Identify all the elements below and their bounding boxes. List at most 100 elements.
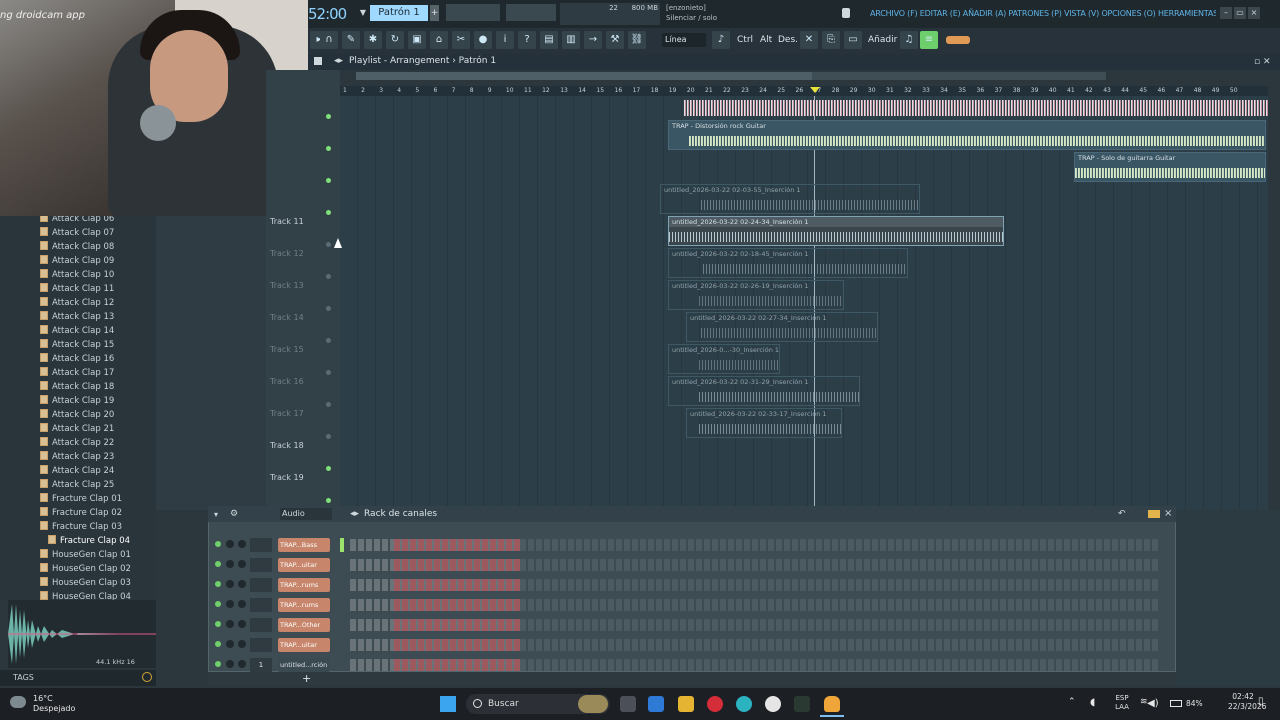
chrome-icon[interactable]	[765, 696, 781, 712]
rack-settings-icon[interactable]: ⚙	[230, 509, 238, 519]
search-icon[interactable]	[142, 672, 152, 682]
channel-name-button[interactable]: untitled...rción 1	[278, 658, 330, 672]
channel-volume-knob[interactable]	[226, 660, 234, 668]
browser-item[interactable]: Attack Clap 16	[40, 352, 152, 366]
rack-menu-icon[interactable]: ▾	[214, 510, 218, 519]
volume-icon[interactable]: ◀)	[1147, 698, 1159, 709]
playhead-marker-icon[interactable]	[810, 87, 820, 93]
channel-pan-knob[interactable]	[238, 560, 246, 568]
channel-steps-empty[interactable]	[520, 539, 1160, 551]
channel-name-button[interactable]: TRAP...Other	[278, 618, 330, 632]
fl-studio-icon[interactable]	[824, 696, 840, 712]
cut-icon[interactable]: ✂	[452, 31, 470, 49]
browser-item[interactable]: Attack Clap 24	[40, 464, 152, 478]
browser-item[interactable]: HouseGen Clap 01	[40, 548, 152, 562]
delete-icon[interactable]: ✕	[800, 31, 818, 49]
weather-widget[interactable]: 16°C Despejado	[33, 694, 75, 714]
paste-icon[interactable]: ▭	[844, 31, 862, 49]
snap-selector[interactable]: Línea	[662, 33, 706, 47]
channel-mute-led[interactable]	[215, 561, 221, 567]
channel-name-button[interactable]: TRAP...uitar	[278, 558, 330, 572]
info-icon[interactable]: i	[496, 31, 514, 49]
track-mute-led[interactable]	[326, 242, 331, 247]
channel-pan-knob[interactable]	[238, 660, 246, 668]
channel-mixer-track[interactable]	[250, 538, 272, 552]
channel-steps-accent[interactable]	[394, 539, 520, 551]
channel-name-button[interactable]: TRAP...Bass	[278, 538, 330, 552]
channel-pan-knob[interactable]	[238, 540, 246, 548]
playlist-window-buttons[interactable]: ▫ ✕	[1254, 57, 1271, 67]
browser-item[interactable]: Attack Clap 15	[40, 338, 152, 352]
browser-item[interactable]: Attack Clap 21	[40, 422, 152, 436]
rack-arrows-icon[interactable]: ◂▸	[350, 509, 359, 519]
track-mute-led[interactable]	[326, 274, 331, 279]
arrow-right-icon[interactable]: →	[584, 31, 602, 49]
channel-mixer-track[interactable]	[250, 598, 272, 612]
store-icon[interactable]	[648, 696, 664, 712]
fl-studio-taskbar-icon[interactable]	[794, 696, 810, 712]
channel-pan-knob[interactable]	[238, 600, 246, 608]
browser-item[interactable]: HouseGen Clap 02	[40, 562, 152, 576]
rack-filter-select[interactable]: Audio	[280, 508, 332, 520]
track-name[interactable]: Track 16	[270, 377, 330, 386]
track-name[interactable]: Track 14	[270, 313, 330, 322]
playlist-clip[interactable]: untitled_2026-03-22 02-03-55_Inserción 1	[660, 184, 920, 214]
track-mute-led[interactable]	[326, 498, 331, 503]
trumpet-icon[interactable]: ♪	[712, 31, 730, 49]
browser-icon[interactable]: ▤	[540, 31, 558, 49]
ctrl-button[interactable]: Ctrl	[737, 33, 753, 47]
channel-mute-led[interactable]	[215, 541, 221, 547]
track-mute-led[interactable]	[326, 178, 331, 183]
track-name[interactable]: Track 13	[270, 281, 330, 290]
rack-grid-icon[interactable]	[1148, 510, 1160, 518]
channel-pan-knob[interactable]	[238, 620, 246, 628]
windows-start-icon[interactable]	[440, 696, 456, 712]
channel-mixer-track[interactable]: 1	[250, 658, 272, 672]
file-explorer-icon[interactable]	[678, 696, 694, 712]
task-view-icon[interactable]	[620, 696, 636, 712]
playlist-clip[interactable]: untitled_2026-03-22 02-31-29_Inserción 1	[668, 376, 860, 406]
close-icon[interactable]: ×	[1248, 7, 1260, 19]
mic-icon[interactable]: ●	[474, 31, 492, 49]
channel-steps-accent[interactable]	[394, 639, 520, 651]
master-clip[interactable]	[624, 96, 1268, 120]
channel-mute-led[interactable]	[215, 581, 221, 587]
browser-item[interactable]: HouseGen Clap 04	[40, 590, 152, 600]
channel-name-button[interactable]: TRAP...rums	[278, 578, 330, 592]
pitch-slot[interactable]	[506, 4, 556, 21]
speaker-icon[interactable]	[314, 57, 322, 65]
add-channel-button[interactable]: +	[302, 672, 311, 685]
channel-steps-accent[interactable]	[394, 559, 520, 571]
link-icon[interactable]: ⛓	[628, 31, 646, 49]
channel-volume-knob[interactable]	[226, 540, 234, 548]
browser-item[interactable]: Attack Clap 20	[40, 408, 152, 422]
browser-item[interactable]: Attack Clap 06	[40, 216, 152, 226]
battery-icon[interactable]	[1170, 700, 1182, 707]
track-name[interactable]: Track 17	[270, 409, 330, 418]
browser-item[interactable]: Attack Clap 14	[40, 324, 152, 338]
channel-mute-led[interactable]	[215, 641, 221, 647]
language-indicator[interactable]: ESP LAA	[1110, 694, 1134, 712]
channel-mute-led[interactable]	[215, 661, 221, 667]
channel-steps-empty[interactable]	[520, 579, 1160, 591]
lock-icon[interactable]	[842, 8, 850, 18]
browser-item[interactable]: Attack Clap 08	[40, 240, 152, 254]
playlist-clip-selected[interactable]: untitled_2026-03-22 02-24-34_Inserción 1	[668, 216, 1004, 246]
track-mute-led[interactable]	[326, 370, 331, 375]
browser-item[interactable]: Attack Clap 12	[40, 296, 152, 310]
channel-steps-empty[interactable]	[520, 619, 1160, 631]
channel-select-indicator[interactable]	[340, 538, 344, 552]
tempo-slot[interactable]	[446, 4, 500, 21]
main-menu[interactable]: ARCHIVO (F) EDITAR (E) AÑADIR (A) PATRON…	[870, 7, 1216, 21]
add-button[interactable]: Añadir	[868, 33, 897, 47]
help-icon[interactable]: ?	[518, 31, 536, 49]
loop-icon[interactable]: ↻	[386, 31, 404, 49]
add-pattern-button[interactable]: +	[430, 5, 439, 21]
playlist-clip[interactable]: TRAP - Solo de guitarra Guitar	[1074, 152, 1266, 182]
channel-pan-knob[interactable]	[238, 640, 246, 648]
channel-mixer-track[interactable]	[250, 618, 272, 632]
browser-item[interactable]: Attack Clap 19	[40, 394, 152, 408]
track-mute-led[interactable]	[326, 306, 331, 311]
maximize-icon[interactable]: ▭	[1234, 7, 1246, 19]
track-mute-led[interactable]	[326, 466, 331, 471]
